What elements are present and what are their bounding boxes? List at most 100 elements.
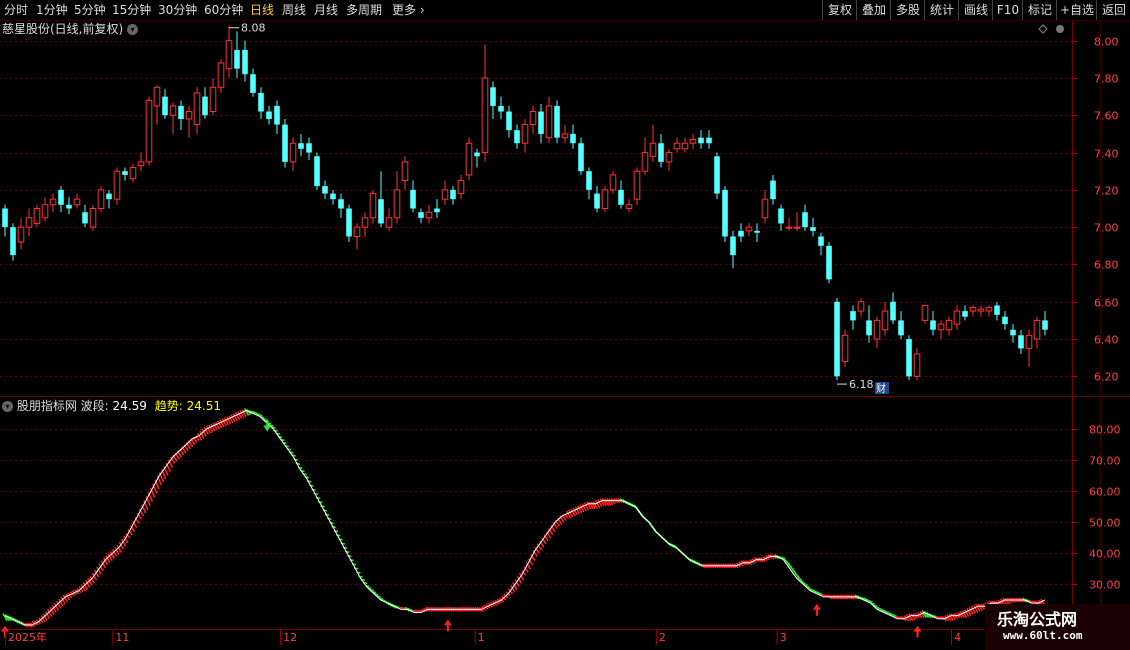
candle-body — [266, 111, 272, 119]
candle — [169, 102, 177, 134]
wave-hatch — [781, 556, 786, 560]
chevron-down-icon[interactable]: ▾ — [2, 401, 13, 412]
candle-body — [385, 217, 393, 228]
candle — [601, 186, 609, 213]
toolbar-button-7[interactable]: +自选 — [1056, 0, 1097, 20]
toolbar-button-1[interactable]: 叠加 — [856, 0, 891, 20]
period-tab-1[interactable]: 1分钟 — [36, 0, 68, 20]
candle — [722, 186, 728, 243]
buy-signal-arrow — [913, 625, 922, 638]
candle — [881, 301, 889, 336]
candle — [490, 81, 496, 119]
candle-body — [306, 143, 312, 153]
candle — [658, 133, 664, 168]
chevron-down-icon[interactable]: ▾ — [127, 24, 139, 35]
candle-body — [234, 49, 240, 69]
candle-body — [282, 124, 288, 162]
candle-body — [778, 208, 784, 224]
toolbar-button-2[interactable]: 多股 — [890, 0, 925, 20]
price-tick-label: 7.80 — [1094, 73, 1119, 86]
price-tick-label: 7.60 — [1094, 110, 1119, 123]
buy-signal-arrow — [812, 603, 821, 616]
candle-body — [689, 138, 697, 144]
candle — [162, 89, 168, 119]
candle-body — [754, 230, 760, 233]
wave-hatch — [548, 528, 554, 536]
finance-marker-badge: 财 — [875, 382, 889, 395]
candle-body — [425, 211, 433, 219]
candle-body — [578, 143, 584, 172]
indicator-tick-label: 80.00 — [1089, 424, 1121, 437]
candle-body — [242, 49, 248, 75]
period-tab-5[interactable]: 60分钟 — [204, 0, 243, 20]
candle-body — [129, 166, 137, 180]
candle — [714, 152, 720, 200]
candle-body — [977, 308, 985, 312]
toolbar-button-6[interactable]: 标记 — [1022, 0, 1057, 20]
candle-body — [369, 193, 377, 219]
candle-body — [97, 189, 105, 210]
period-tab-9[interactable]: 多周期 — [346, 0, 382, 20]
period-tab-3[interactable]: 15分钟 — [112, 0, 151, 20]
candle — [10, 223, 16, 261]
indicator-tick-label: 30.00 — [1089, 579, 1121, 592]
candle — [73, 193, 81, 209]
candle-body — [82, 212, 88, 224]
toolbar-button-3[interactable]: 统计 — [924, 0, 959, 20]
candle-body — [913, 353, 921, 377]
candle-body — [633, 170, 641, 200]
period-tab-2[interactable]: 5分钟 — [74, 0, 106, 20]
candle — [82, 204, 88, 228]
candle — [689, 133, 697, 149]
toolbar-button-5[interactable]: F10 — [992, 0, 1023, 20]
candle — [545, 96, 553, 144]
candle-body — [898, 320, 904, 336]
candle — [890, 292, 896, 325]
candle-body — [665, 152, 673, 163]
period-tab-6[interactable]: 日线 — [250, 0, 274, 20]
arrow-up-icon — [812, 603, 821, 610]
candle-body — [658, 143, 664, 162]
candle — [514, 124, 520, 149]
candle-body — [529, 111, 537, 126]
candle — [274, 100, 280, 134]
period-tab-7[interactable]: 周线 — [282, 0, 306, 20]
indicator-name: 股朋指标网 — [16, 399, 77, 413]
candle-body — [1033, 319, 1041, 340]
candle-body — [490, 87, 496, 106]
candle-body — [169, 105, 177, 116]
candle — [778, 204, 784, 231]
candle-body — [985, 306, 993, 312]
candle — [554, 100, 560, 144]
wave-label: 波段: — [80, 399, 109, 413]
candle-body — [841, 334, 849, 362]
candle — [282, 118, 288, 168]
toolbar-button-4[interactable]: 画线 — [958, 0, 993, 20]
grid-layer — [0, 21, 1130, 650]
wave-hatch — [868, 600, 873, 603]
price-tick-label: 6.80 — [1094, 259, 1119, 272]
candle — [401, 156, 409, 190]
candle — [441, 180, 449, 205]
period-tab-4[interactable]: 30分钟 — [158, 0, 197, 20]
candle-body — [49, 198, 57, 206]
toolbar-button-8[interactable]: 返回 — [1096, 0, 1130, 20]
candle-body — [945, 319, 953, 331]
wave-hatch — [545, 531, 552, 539]
candle-body — [506, 111, 512, 131]
period-tab-10[interactable]: 更多 › — [392, 0, 425, 20]
candle-body — [89, 208, 97, 228]
wave-value: 24.59 — [112, 399, 147, 413]
candle-body — [594, 193, 600, 209]
candle-body — [58, 189, 64, 205]
candle — [481, 44, 489, 162]
candle — [985, 305, 993, 317]
toolbar-button-0[interactable]: 复权 — [822, 0, 857, 20]
candle — [33, 204, 41, 228]
wave-hatch — [541, 537, 547, 545]
candle — [810, 217, 816, 237]
period-tab-8[interactable]: 月线 — [314, 0, 338, 20]
xaxis-label: 2 — [659, 631, 666, 644]
period-tab-0[interactable]: 分时 — [4, 0, 28, 20]
candle-body — [722, 189, 728, 237]
